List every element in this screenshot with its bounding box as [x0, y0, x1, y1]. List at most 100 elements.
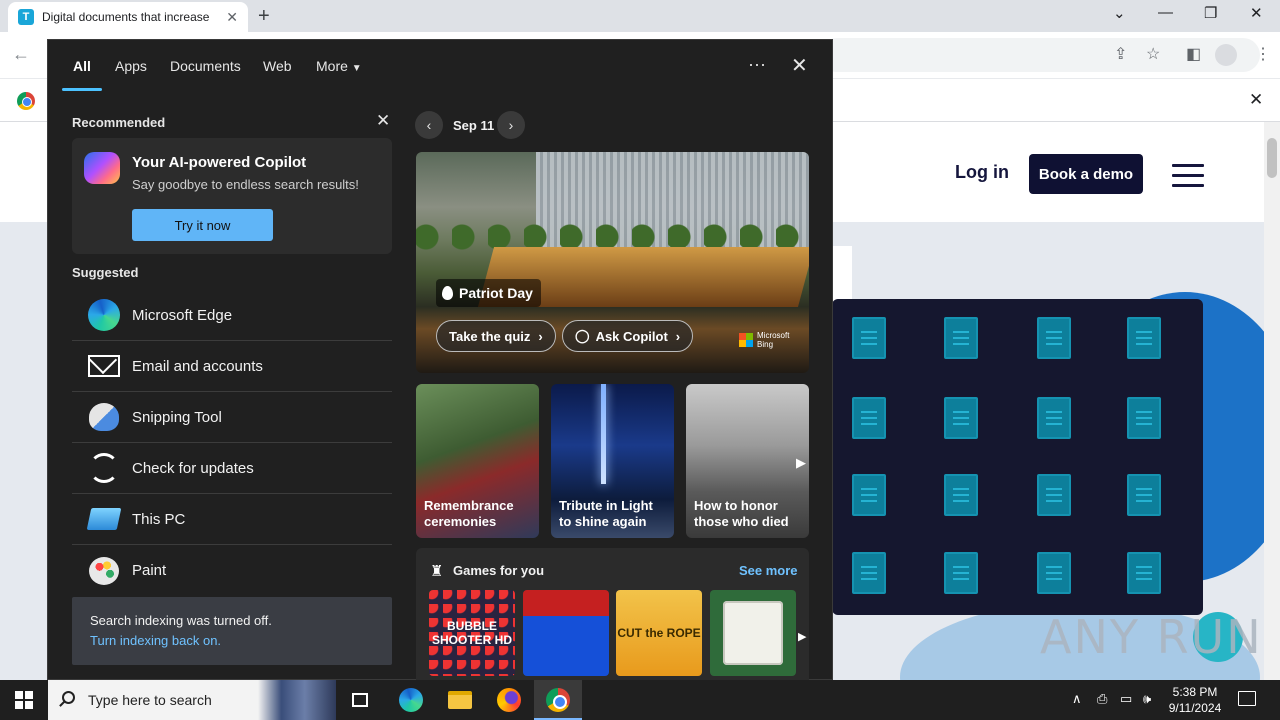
tab-more[interactable]: More ▼	[316, 58, 362, 74]
location-pin-icon	[442, 286, 453, 300]
tile-tribute-in-light[interactable]: Tribute in Light to shine again	[551, 384, 674, 538]
game-mahjong[interactable]	[710, 590, 796, 676]
document-icon	[1127, 397, 1161, 439]
profile-avatar[interactable]	[1215, 44, 1237, 66]
recommended-heading: Recommended	[72, 115, 166, 130]
tab-search-icon[interactable]: ⌄	[1113, 4, 1126, 22]
notification-center-icon[interactable]	[1238, 691, 1256, 706]
clock-date: 9/11/2024	[1168, 701, 1222, 715]
back-arrow-icon[interactable]: ←	[12, 44, 30, 65]
mail-icon	[88, 355, 120, 377]
page-scrollbar[interactable]	[1264, 122, 1280, 680]
taskbar-firefox[interactable]	[495, 686, 523, 714]
info-bar-close-icon[interactable]: ✕	[1249, 90, 1263, 110]
game-cut-the-rope[interactable]: CUT the ROPE	[616, 590, 702, 676]
see-more-link[interactable]: See more	[739, 563, 798, 578]
suggested-item-paint[interactable]: Paint	[72, 545, 392, 596]
highlight-date: Sep 11	[453, 118, 495, 133]
recommended-close-icon[interactable]: ✕	[376, 111, 390, 131]
document-icon	[1127, 552, 1161, 594]
tab-more-label: More	[316, 58, 348, 74]
chart-document-icon	[1037, 474, 1071, 516]
active-tab-indicator	[62, 88, 102, 91]
take-quiz-button[interactable]: Take the quiz ›	[436, 320, 556, 352]
tiles-next-icon[interactable]: ▶	[796, 455, 806, 471]
chrome-logo-icon	[17, 92, 35, 110]
search-close-icon[interactable]: ✕	[791, 53, 808, 78]
tab-close-icon[interactable]: ✕	[226, 9, 238, 26]
hero-location-label: Patriot Day	[436, 279, 541, 307]
share-icon[interactable]: ⇪	[1114, 44, 1127, 64]
suggested-item-microsoft-edge[interactable]: Microsoft Edge	[72, 290, 392, 341]
tab-apps[interactable]: Apps	[115, 58, 147, 74]
games-section: ♜ Games for you See more BUBBLE SHOOTER …	[416, 548, 809, 681]
browser-tab[interactable]: T Digital documents that increase ✕	[8, 2, 248, 32]
try-it-now-button[interactable]: Try it now	[132, 209, 273, 241]
bookmark-star-icon[interactable]: ☆	[1146, 44, 1160, 64]
previous-date-icon[interactable]: ‹	[415, 111, 443, 139]
take-quiz-label: Take the quiz	[449, 328, 531, 344]
suggested-item-this-pc[interactable]: This PC	[72, 494, 392, 545]
tile-caption: How to honor those who died	[694, 498, 789, 529]
minimize-icon[interactable]: —	[1158, 4, 1173, 21]
tile-remembrance-ceremonies[interactable]: Remembrance ceremonies	[416, 384, 539, 538]
next-date-icon[interactable]: ›	[497, 111, 525, 139]
book-demo-button[interactable]: Book a demo	[1029, 154, 1143, 194]
microsoft-logo-icon	[739, 333, 753, 347]
login-link[interactable]: Log in	[955, 162, 1009, 183]
paint-icon	[89, 556, 119, 585]
copilot-subtitle: Say goodbye to endless search results!	[132, 177, 359, 192]
hamburger-menu-icon[interactable]	[1172, 164, 1204, 194]
search-icon	[62, 691, 75, 704]
folder-icon	[448, 691, 472, 709]
document-icon	[1037, 552, 1071, 594]
presentation-icon	[852, 552, 886, 594]
tray-device-icon[interactable]: ⎙	[1097, 691, 1107, 707]
tray-chevron-up-icon[interactable]: ∧	[1072, 691, 1082, 707]
scrollbar-thumb[interactable]	[1267, 138, 1277, 178]
volume-icon[interactable]: 🕪	[1143, 691, 1151, 707]
taskbar-chrome[interactable]	[544, 686, 572, 714]
taskbar-edge[interactable]	[397, 686, 425, 714]
games-next-icon[interactable]: ▶	[798, 630, 806, 643]
tile-how-to-honor[interactable]: How to honor those who died	[686, 384, 809, 538]
suggested-item-check-updates[interactable]: Check for updates	[72, 443, 392, 494]
ask-copilot-button[interactable]: ◯ Ask Copilot ›	[562, 320, 694, 352]
hero-place-text: Patriot Day	[459, 285, 533, 301]
chrome-icon	[546, 688, 570, 712]
new-tab-icon[interactable]: +	[258, 5, 270, 28]
tab-all[interactable]: All	[73, 58, 91, 74]
taskbar-file-explorer[interactable]	[446, 686, 474, 714]
windows-search-panel: All Apps Documents Web More ▼ ··· ✕ Reco…	[47, 39, 833, 681]
firefox-icon	[497, 688, 521, 712]
clock-time: 5:38 PM	[1172, 685, 1218, 699]
task-view-button[interactable]	[346, 686, 374, 714]
document-icon	[852, 474, 886, 516]
game-block-puzzle[interactable]	[523, 590, 609, 676]
tab-documents[interactable]: Documents	[170, 58, 241, 74]
network-icon[interactable]: ▭	[1120, 691, 1132, 707]
suggested-item-snipping-tool[interactable]: Snipping Tool	[72, 392, 392, 443]
book-icon	[944, 552, 978, 594]
suggested-item-label: This PC	[132, 510, 186, 528]
side-panel-icon[interactable]: ◧	[1186, 44, 1201, 64]
restore-icon[interactable]: ❐	[1204, 4, 1217, 22]
window-close-icon[interactable]: ✕	[1250, 4, 1263, 22]
taskbar-clock[interactable]: 5:38 PM 9/11/2024	[1160, 684, 1230, 716]
indexing-status-text: Search indexing was turned off.	[90, 613, 272, 628]
suggested-item-email-accounts[interactable]: Email and accounts	[72, 341, 392, 392]
game-title: CUT the ROPE	[617, 626, 701, 640]
tab-web[interactable]: Web	[263, 58, 292, 74]
game-bubble-shooter[interactable]: BUBBLE SHOOTER HD	[429, 590, 515, 676]
menu-kebab-icon[interactable]: ⋮	[1255, 44, 1271, 64]
patriot-day-hero[interactable]: Patriot Day Take the quiz › ◯ Ask Copilo…	[416, 152, 809, 373]
document-icon	[1127, 474, 1161, 516]
bing-brand-line2: Bing	[757, 340, 774, 349]
taskbar-search-box[interactable]: Type here to search	[48, 680, 336, 720]
chevron-right-icon: ›	[675, 328, 681, 344]
games-heading: Games for you	[453, 563, 545, 578]
more-options-icon[interactable]: ···	[748, 54, 766, 75]
windows-start-icon[interactable]	[15, 691, 33, 709]
turn-indexing-on-link[interactable]: Turn indexing back on.	[90, 633, 221, 648]
mahjong-tile-icon	[723, 601, 783, 665]
